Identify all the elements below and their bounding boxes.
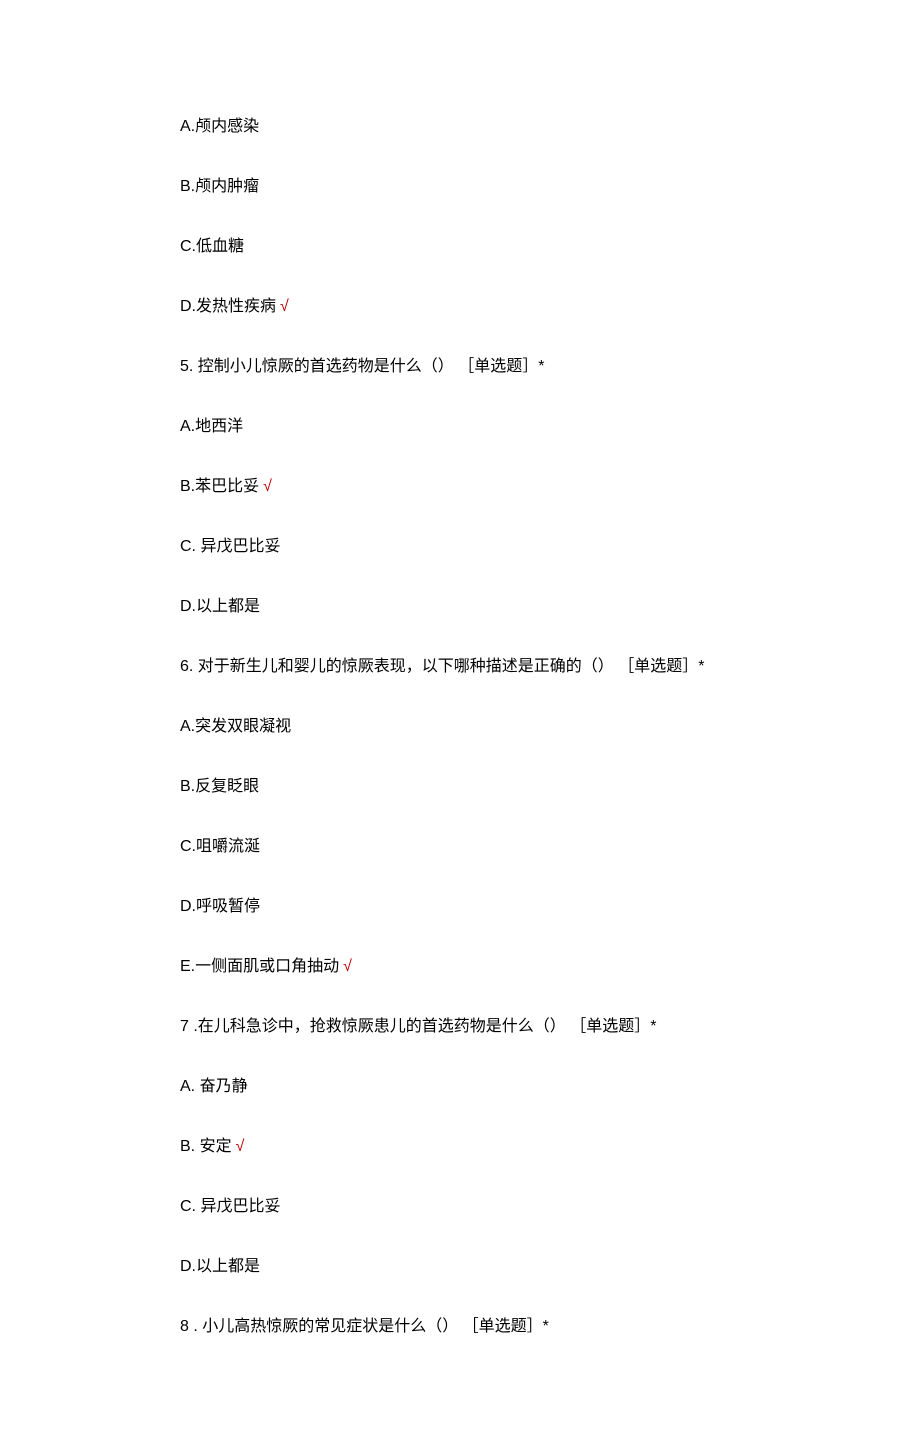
q6-stem: 6. 对于新生儿和婴儿的惊厥表现，以下哪种描述是正确的（） ［单选题］* [180, 655, 740, 679]
q5-stem-text: 5. 控制小儿惊厥的首选药物是什么（） ［单选题］* [180, 358, 544, 375]
q4-option-d: D.发热性疾病√ [180, 295, 740, 319]
q5-option-b-text: B.苯巴比妥 [180, 478, 259, 495]
q7-option-b-text: B. 安定 [180, 1138, 232, 1155]
q5-option-c-text: C. 异戊巴比妥 [180, 538, 280, 555]
q6-option-c-text: C.咀嚼流涎 [180, 838, 260, 855]
q5-option-b: B.苯巴比妥√ [180, 475, 740, 499]
q6-option-a-text: A.突发双眼凝视 [180, 718, 291, 735]
q4-option-d-text: D.发热性疾病 [180, 298, 276, 315]
q5-stem: 5. 控制小儿惊厥的首选药物是什么（） ［单选题］* [180, 355, 740, 379]
q8-stem-text: 8 . 小儿高热惊厥的常见症状是什么（） ［单选题］* [180, 1318, 549, 1335]
page-content: A.颅内感染 B.颅内肿瘤 C.低血糖 D.发热性疾病√ 5. 控制小儿惊厥的首… [0, 0, 920, 1445]
q7-option-c: C. 异戊巴比妥 [180, 1195, 740, 1219]
q4-option-b: B.颅内肿瘤 [180, 175, 740, 199]
q7-stem-text: 7 .在儿科急诊中，抢救惊厥患儿的首选药物是什么（） ［单选题］* [180, 1018, 656, 1035]
q5-option-d: D.以上都是 [180, 595, 740, 619]
q6-option-c: C.咀嚼流涎 [180, 835, 740, 859]
q6-option-e: E.一侧面肌或口角抽动√ [180, 955, 740, 979]
q7-option-b: B. 安定√ [180, 1135, 740, 1159]
q6-option-a: A.突发双眼凝视 [180, 715, 740, 739]
q7-option-c-text: C. 异戊巴比妥 [180, 1198, 280, 1215]
check-icon: √ [263, 478, 272, 495]
q5-option-a: A.地西洋 [180, 415, 740, 439]
q6-option-d: D.呼吸暂停 [180, 895, 740, 919]
q5-option-a-text: A.地西洋 [180, 418, 243, 435]
q7-option-d: D.以上都是 [180, 1255, 740, 1279]
q5-option-c: C. 异戊巴比妥 [180, 535, 740, 559]
q5-option-d-text: D.以上都是 [180, 598, 260, 615]
q6-stem-text: 6. 对于新生儿和婴儿的惊厥表现，以下哪种描述是正确的（） ［单选题］* [180, 658, 704, 675]
q7-option-d-text: D.以上都是 [180, 1258, 260, 1275]
q6-option-e-text: E.一侧面肌或口角抽动 [180, 958, 339, 975]
q8-stem: 8 . 小儿高热惊厥的常见症状是什么（） ［单选题］* [180, 1315, 740, 1339]
q7-option-a: A. 奋乃静 [180, 1075, 740, 1099]
q6-option-b: B.反复眨眼 [180, 775, 740, 799]
check-icon: √ [236, 1138, 245, 1155]
q4-option-b-text: B.颅内肿瘤 [180, 178, 259, 195]
q6-option-d-text: D.呼吸暂停 [180, 898, 260, 915]
q6-option-b-text: B.反复眨眼 [180, 778, 259, 795]
check-icon: √ [280, 298, 289, 315]
q4-option-c-text: C.低血糖 [180, 238, 244, 255]
q4-option-a: A.颅内感染 [180, 115, 740, 139]
q7-option-a-text: A. 奋乃静 [180, 1078, 248, 1095]
q7-stem: 7 .在儿科急诊中，抢救惊厥患儿的首选药物是什么（） ［单选题］* [180, 1015, 740, 1039]
q4-option-a-text: A.颅内感染 [180, 118, 259, 135]
q4-option-c: C.低血糖 [180, 235, 740, 259]
check-icon: √ [343, 958, 352, 975]
